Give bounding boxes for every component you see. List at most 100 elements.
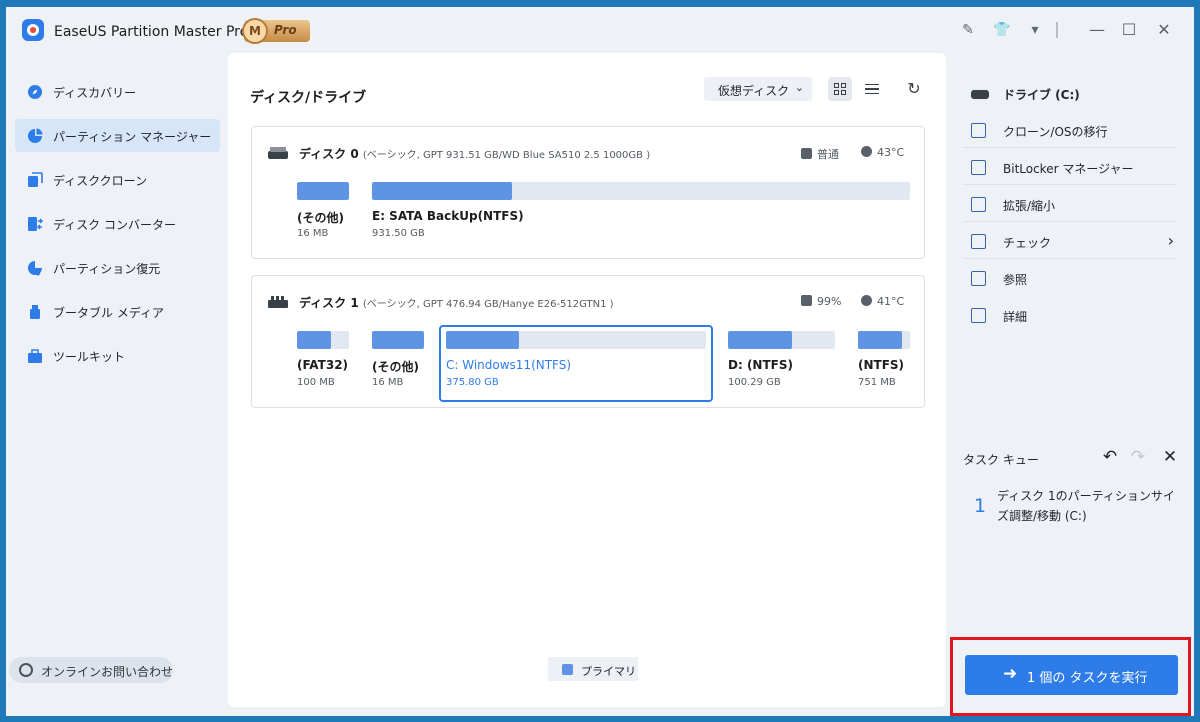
disk-clone-icon — [28, 172, 43, 187]
undo-icon: ↶ — [1102, 447, 1118, 467]
resize-icon — [971, 197, 986, 212]
virtual-disk-dropdown[interactable]: 仮想ディスク ⌄ — [704, 77, 812, 101]
ssd-icon — [268, 296, 288, 308]
partition-size: 100 MB — [297, 377, 335, 388]
sidebar-item-toolkit[interactable]: ツールキット — [15, 339, 220, 372]
partition-tile[interactable]: D: (NTFS) 100.29 GB — [728, 331, 835, 391]
op-label: ドライブ (C:) — [1003, 88, 1080, 102]
disk-health: 普通 — [801, 146, 839, 162]
grid-view-button[interactable] — [828, 77, 852, 101]
online-contact-label: オンラインお問い合わせ — [41, 665, 174, 679]
arrow-right-icon: ➜ — [1003, 664, 1018, 684]
sidebar-item-partition-manager[interactable]: パーティション マネージャー — [15, 119, 220, 152]
task-queue-title: タスク キュー — [963, 453, 1039, 467]
title-bar: EaseUS Partition Master Pro版 M Pro ✎ 👕 ▾… — [6, 7, 1194, 53]
sidebar-item-partition-recovery[interactable]: パーティション復元 — [15, 251, 220, 284]
health-icon — [801, 295, 812, 306]
check-icon — [971, 234, 986, 249]
op-label: 詳細 — [1003, 310, 1028, 324]
op-label: BitLocker マネージャー — [1003, 162, 1134, 176]
disk-temperature: 41°C — [861, 295, 904, 308]
sidebar-item-label: ディスク コンバーター — [53, 218, 176, 232]
chevron-right-icon: › — [1167, 231, 1174, 250]
legend-swatch — [562, 664, 573, 675]
partition-tile-selected[interactable]: C: Windows11(NTFS) 375.80 GB — [446, 331, 706, 391]
pro-badge-letter: M — [242, 18, 268, 44]
redo-button[interactable]: ↷ — [1128, 445, 1148, 469]
disk-name: ディスク 1 — [299, 296, 359, 310]
grid-icon — [834, 83, 846, 95]
partition-usage-fill — [297, 182, 349, 200]
op-check[interactable]: チェック › — [963, 223, 1176, 259]
chevron-down-icon: ⌄ — [794, 81, 804, 94]
op-resize[interactable]: 拡張/縮小 — [963, 186, 1176, 222]
list-view-button[interactable] — [860, 77, 884, 101]
online-contact-button[interactable]: オンラインお問い合わせ — [9, 657, 173, 683]
partition-tile[interactable]: (その他) 16 MB — [372, 331, 424, 391]
disk-description: (ベーシック, GPT 931.51 GB/WD Blue SA510 2.5 … — [362, 150, 651, 161]
temperature-icon — [861, 295, 872, 306]
task-description[interactable]: ディスク 1のパーティションサイズ調整/移動 (C:) — [997, 486, 1182, 526]
op-bitlocker-manager[interactable]: BitLocker マネージャー — [963, 149, 1176, 185]
hdd-icon — [268, 147, 288, 159]
close-button[interactable]: ✕ — [1154, 20, 1174, 40]
task-number: 1 — [974, 495, 987, 517]
disk-card-1[interactable]: ディスク 1 (ベーシック, GPT 476.94 GB/Hanye E26-5… — [251, 275, 925, 408]
legend-label: プライマリ — [581, 665, 636, 678]
compass-icon — [28, 85, 42, 99]
disk-converter-icon — [28, 217, 43, 231]
partition-tile[interactable]: E: SATA BackUp(NTFS) 931.50 GB — [372, 182, 910, 242]
app-logo-icon — [22, 19, 44, 41]
disk-title: ディスク 0 (ベーシック, GPT 931.51 GB/WD Blue SA5… — [299, 145, 650, 162]
minimize-button[interactable]: — — [1087, 20, 1107, 40]
sidebar-item-disk-converter[interactable]: ディスク コンバーター — [15, 207, 220, 240]
clear-queue-button[interactable]: ✕ — [1160, 445, 1180, 469]
sidebar: ディスカバリー パーティション マネージャー ディスククローン ディスク コンバ… — [6, 53, 228, 716]
disk-card-0[interactable]: ディスク 0 (ベーシック, GPT 931.51 GB/WD Blue SA5… — [251, 126, 925, 259]
disk-health: 99% — [801, 295, 841, 308]
partition-bar — [372, 182, 910, 200]
execute-tasks-button[interactable]: ➜ 1 個の タスクを実行 — [965, 655, 1178, 695]
maximize-button[interactable]: ☐ — [1119, 20, 1139, 40]
headset-icon — [19, 663, 33, 677]
partition-usage-fill — [372, 182, 512, 200]
partition-usage-fill — [372, 331, 424, 349]
right-panel: ドライブ (C:) クローン/OSの移行 BitLocker マネージャー 拡張… — [946, 53, 1194, 716]
dropdown-icon[interactable]: ▾ — [1027, 22, 1043, 38]
disk-temperature: 43°C — [861, 146, 904, 159]
op-details[interactable]: 詳細 — [963, 297, 1176, 333]
partition-size: 931.50 GB — [372, 228, 425, 239]
partition-name: D: (NTFS) — [728, 358, 793, 372]
partition-bar — [297, 182, 349, 200]
partition-tile[interactable]: (その他) 16 MB — [297, 182, 349, 242]
partition-name: E: SATA BackUp(NTFS) — [372, 209, 524, 223]
shirt-icon[interactable]: 👕 — [993, 22, 1010, 38]
op-label: 参照 — [1003, 273, 1028, 287]
sidebar-item-label: ディスククローン — [53, 174, 148, 188]
sidebar-item-bootable-media[interactable]: ブータブル メディア — [15, 295, 220, 328]
redo-icon: ↷ — [1130, 447, 1146, 467]
titlebar-divider — [1056, 22, 1058, 38]
temperature-icon — [861, 146, 872, 157]
disk-temperature-value: 41°C — [877, 295, 905, 308]
sidebar-item-discovery[interactable]: ディスカバリー — [15, 75, 220, 108]
pro-badge-label: Pro — [274, 23, 297, 37]
op-browse[interactable]: 参照 — [963, 260, 1176, 296]
op-clone-os-migration[interactable]: クローン/OSの移行 — [963, 112, 1176, 148]
refresh-button[interactable]: ↻ — [902, 77, 926, 101]
clone-icon — [971, 123, 986, 138]
partition-name: C: Windows11(NTFS) — [446, 358, 572, 372]
feedback-icon[interactable]: ✎ — [960, 22, 976, 38]
op-label: チェック — [1003, 236, 1052, 250]
disk-health-value: 99% — [817, 295, 842, 308]
partition-tile[interactable]: (FAT32) 100 MB — [297, 331, 349, 391]
undo-button[interactable]: ↶ — [1100, 445, 1120, 469]
partition-tile[interactable]: (NTFS) 751 MB — [858, 331, 910, 391]
sidebar-item-disk-clone[interactable]: ディスククローン — [15, 163, 220, 196]
partition-name: (FAT32) — [297, 358, 349, 372]
details-icon — [971, 308, 986, 323]
partition-name: (その他) — [297, 211, 344, 225]
pro-badge[interactable]: M Pro — [242, 18, 310, 44]
partition-usage-fill — [728, 331, 793, 349]
app-title: EaseUS Partition Master Pro版 — [54, 24, 263, 40]
